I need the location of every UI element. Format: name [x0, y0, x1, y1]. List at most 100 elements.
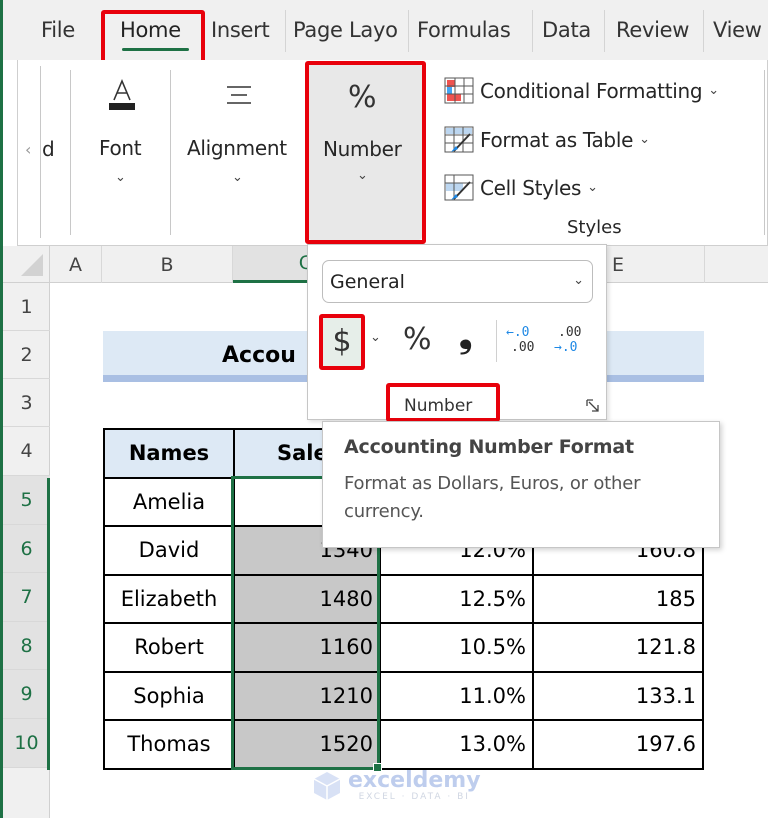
cell-name[interactable]: Robert [103, 622, 235, 673]
format-as-table-label: Format as Table [480, 127, 634, 152]
comma-style-button[interactable]: ❟ [459, 316, 472, 356]
row-header-bar: 1 2 3 4 5 6 7 8 9 10 [3, 283, 50, 818]
tab-view[interactable]: View [713, 18, 762, 42]
highlight-home-tab [101, 10, 205, 64]
cell-sales[interactable]: 1520 [233, 719, 381, 770]
tab-separator [285, 10, 286, 52]
cell-sales[interactable]: 1210 [233, 670, 381, 721]
cell-commission[interactable]: 185 [532, 573, 704, 624]
chevron-down-icon: ⌄ [639, 132, 650, 147]
conditional-formatting-label: Conditional Formatting [480, 78, 703, 103]
styles-group-label: Styles [567, 217, 622, 238]
decrease-decimal-top: .00 [558, 325, 582, 340]
column-header-b[interactable]: B [102, 246, 233, 283]
cell-name[interactable]: David [103, 525, 235, 576]
row-header[interactable]: 3 [3, 379, 50, 427]
tab-file[interactable]: File [41, 18, 75, 42]
panel-separator [496, 320, 497, 362]
cell-name[interactable]: Thomas [103, 719, 235, 770]
align-center-icon [225, 84, 253, 108]
cell-percent[interactable]: 11.0% [379, 670, 534, 721]
ribbon-separator [170, 70, 171, 235]
font-group-button[interactable]: Font ⌄ [90, 70, 152, 230]
alignment-group-label: Alignment [187, 136, 287, 160]
increase-decimal-bottom: .00 [511, 340, 535, 355]
tab-review[interactable]: Review [616, 18, 689, 42]
font-group-label: Font [99, 136, 142, 160]
cell-styles-button[interactable]: Cell Styles ⌄ [444, 174, 598, 201]
cell-percent[interactable]: 10.5% [379, 622, 534, 673]
row-header[interactable]: 8 [3, 622, 50, 670]
select-all-button[interactable] [3, 246, 50, 283]
highlight-number-label [386, 383, 500, 422]
watermark: exceldemy EXCEL · DATA · BI [312, 770, 481, 802]
chevron-down-icon: ⌄ [708, 83, 719, 98]
row-selection-indicator [47, 478, 50, 770]
cell-sales[interactable]: 1160 [233, 622, 381, 673]
cell-name[interactable]: Amelia [103, 476, 235, 527]
tab-insert[interactable]: Insert [211, 18, 270, 42]
ribbon-scroll-left-icon[interactable]: ‹ [25, 140, 31, 159]
tab-data[interactable]: Data [542, 18, 591, 42]
tab-page-layout[interactable]: Page Layo [293, 18, 401, 42]
row-header[interactable]: 4 [3, 427, 50, 476]
row-header[interactable]: 7 [3, 573, 50, 622]
tab-separator [532, 10, 533, 52]
watermark-tagline: EXCEL · DATA · BI [358, 792, 470, 802]
highlight-accounting-button [319, 314, 365, 370]
conditional-formatting-icon [444, 77, 474, 104]
row-header[interactable]: 1 [3, 283, 50, 331]
decrease-decimal-bottom: →.0 [554, 340, 578, 355]
ribbon-separator [40, 66, 41, 238]
tooltip: Accounting Number Format Format as Dolla… [322, 421, 720, 548]
dialog-launcher-icon[interactable] [586, 398, 600, 412]
column-header-a[interactable]: A [50, 246, 102, 283]
cell-commission[interactable]: 133.1 [532, 670, 704, 721]
decrease-decimal-button[interactable]: .00 →.0 [554, 325, 590, 359]
cell-percent[interactable]: 13.0% [379, 719, 534, 770]
ribbon-separator [764, 70, 765, 235]
cell-sales[interactable]: 1480 [233, 573, 381, 624]
row-header[interactable]: 6 [3, 525, 50, 573]
tooltip-title: Accounting Number Format [344, 436, 634, 458]
table-row: Sophia 1210 11.0% 133.1 [103, 670, 704, 721]
format-as-table-icon [444, 126, 474, 153]
ribbon-separator [70, 70, 71, 235]
font-color-icon [107, 78, 137, 112]
tooltip-body: Format as Dollars, Euros, or other curre… [344, 473, 641, 522]
alignment-group-button[interactable]: Alignment ⌄ [184, 70, 294, 230]
cell-percent[interactable]: 12.5% [379, 573, 534, 624]
watermark-name: exceldemy [348, 768, 481, 793]
number-format-value: General [330, 270, 405, 293]
accounting-dropdown-chevron-icon[interactable]: ⌄ [370, 330, 381, 345]
cell-commission[interactable]: 197.6 [532, 719, 704, 770]
watermark-logo-icon [313, 772, 341, 800]
row-header[interactable]: 5 [3, 476, 50, 525]
increase-decimal-top: ←.0 [506, 325, 530, 340]
table-row: Thomas 1520 13.0% 197.6 [103, 719, 704, 770]
table-row: Robert 1160 10.5% 121.8 [103, 622, 704, 673]
increase-decimal-button[interactable]: ←.0 .00 [506, 325, 542, 359]
cell-styles-icon [444, 174, 474, 201]
chevron-down-icon: ⌄ [115, 170, 126, 185]
tab-separator [703, 10, 704, 52]
percent-style-button[interactable]: % [403, 322, 432, 357]
tab-formulas[interactable]: Formulas [417, 18, 511, 42]
clipped-group-label: d [42, 137, 55, 161]
highlight-number-group [305, 61, 426, 244]
table-row: Elizabeth 1480 12.5% 185 [103, 573, 704, 624]
header-names[interactable]: Names [103, 428, 235, 479]
row-header[interactable]: 2 [3, 331, 50, 379]
chevron-down-icon: ⌄ [232, 170, 243, 185]
chevron-down-icon: ⌄ [587, 180, 598, 195]
cell-styles-label: Cell Styles [480, 175, 582, 200]
conditional-formatting-button[interactable]: Conditional Formatting ⌄ [444, 77, 719, 104]
row-header[interactable]: 10 [3, 719, 50, 768]
number-format-dropdown[interactable]: General ⌄ [322, 260, 593, 303]
sheet-title: Accou [222, 343, 296, 368]
format-as-table-button[interactable]: Format as Table ⌄ [444, 126, 650, 153]
row-header[interactable]: 9 [3, 670, 50, 719]
cell-name[interactable]: Sophia [103, 670, 235, 721]
cell-name[interactable]: Elizabeth [103, 573, 235, 624]
cell-commission[interactable]: 121.8 [532, 622, 704, 673]
